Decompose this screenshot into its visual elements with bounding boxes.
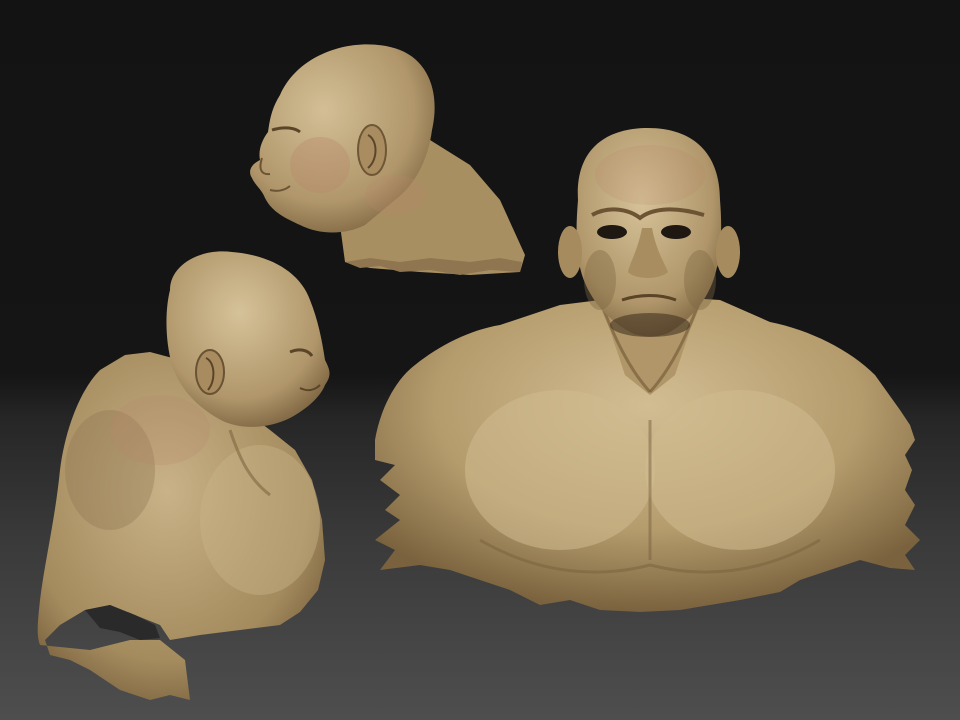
front-eye-right	[661, 225, 691, 239]
profile-bust	[250, 44, 525, 275]
profile-ear	[357, 124, 387, 176]
front-ear-left	[558, 226, 582, 278]
back-bust	[37, 251, 330, 700]
front-eye-left	[597, 225, 627, 239]
render-canvas	[37, 44, 920, 700]
sculpt-viewport[interactable]	[0, 0, 960, 720]
front-ear-right	[716, 226, 740, 278]
